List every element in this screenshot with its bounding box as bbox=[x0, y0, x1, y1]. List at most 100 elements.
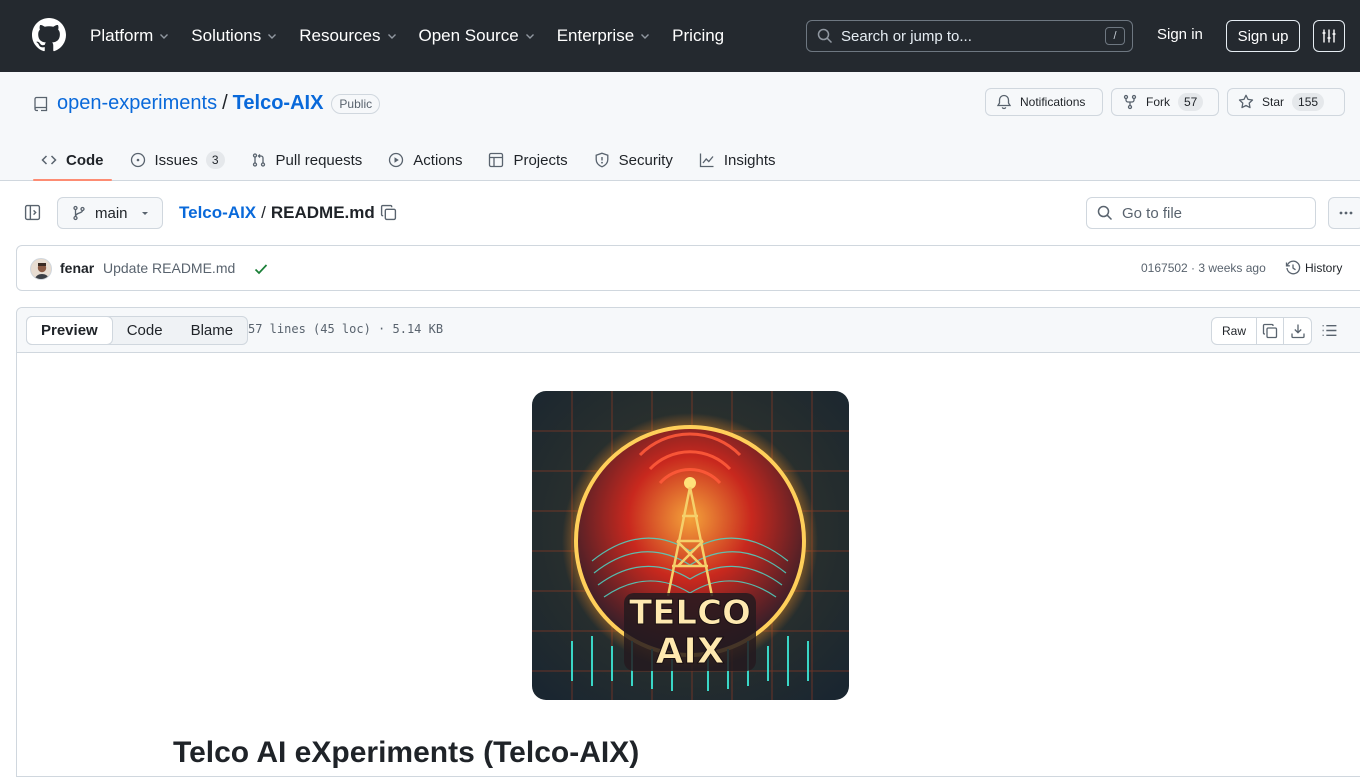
commit-author-link[interactable]: fenar bbox=[60, 260, 94, 276]
tab-code[interactable]: Code bbox=[32, 140, 113, 181]
logo-text-line1: TELCO bbox=[629, 593, 751, 633]
readme-heading: Telco AI eXperiments (Telco-AIX) bbox=[173, 736, 640, 769]
nav-platform[interactable]: Platform bbox=[90, 26, 170, 46]
copy-raw-button[interactable] bbox=[1257, 318, 1285, 344]
nav-label: Open Source bbox=[418, 26, 519, 45]
preview-tab[interactable]: Preview bbox=[26, 316, 113, 345]
tab-label: Projects bbox=[513, 151, 568, 169]
branch-name: main bbox=[95, 204, 128, 222]
breadcrumb-repo-link[interactable]: Telco-AIX bbox=[179, 203, 256, 223]
nav-solutions[interactable]: Solutions bbox=[191, 26, 278, 46]
tab-security[interactable]: Security bbox=[585, 140, 682, 180]
repo-header: open-experiments / Telco-AIX Public Noti… bbox=[0, 72, 1360, 181]
repo-name-link[interactable]: Telco-AIX bbox=[233, 92, 324, 115]
history-button[interactable]: History bbox=[1285, 260, 1342, 276]
tab-issues[interactable]: Issues 3 bbox=[121, 140, 234, 180]
notifications-label: Notifications bbox=[1020, 95, 1086, 109]
tab-label: Security bbox=[618, 151, 673, 169]
commit-sha-time[interactable]: 0167502 · 3 weeks ago bbox=[1141, 261, 1266, 275]
go-to-file-input[interactable]: Go to file bbox=[1086, 197, 1316, 229]
more-options-button[interactable] bbox=[1328, 197, 1360, 229]
code-view-tab[interactable]: Code bbox=[113, 317, 177, 344]
global-search-input[interactable]: Search or jump to... / bbox=[806, 20, 1133, 52]
view-mode-segmented-control: Preview Code Blame bbox=[26, 316, 249, 345]
nav-label: Solutions bbox=[191, 26, 262, 45]
search-icon bbox=[1097, 205, 1113, 221]
fork-button[interactable]: Fork 57 bbox=[1111, 88, 1219, 116]
file-viewer-header: Preview Code Blame 57 lines (45 loc) · 5… bbox=[17, 308, 1360, 353]
table-icon bbox=[489, 152, 504, 168]
tab-label: Actions bbox=[413, 151, 463, 169]
nav-resources[interactable]: Resources bbox=[299, 26, 397, 46]
copy-path-icon[interactable] bbox=[380, 204, 397, 221]
global-header: Platform Solutions Resources Open Source… bbox=[0, 0, 1360, 72]
copy-icon bbox=[1262, 323, 1278, 339]
issue-opened-icon bbox=[130, 152, 145, 168]
breadcrumb-separator: / bbox=[261, 203, 266, 222]
nav-label: Enterprise bbox=[556, 26, 635, 45]
play-icon bbox=[389, 152, 404, 168]
search-placeholder: Search or jump to... bbox=[841, 27, 972, 45]
chevron-down-icon bbox=[160, 34, 169, 39]
nav-open-source[interactable]: Open Source bbox=[419, 26, 536, 46]
star-label: Star bbox=[1262, 95, 1285, 109]
history-label: History bbox=[1305, 261, 1343, 275]
git-pull-request-icon bbox=[252, 153, 265, 167]
tab-actions[interactable]: Actions bbox=[379, 140, 471, 180]
tab-pull-requests[interactable]: Pull requests bbox=[242, 140, 372, 180]
star-button[interactable]: Star 155 bbox=[1227, 88, 1345, 116]
chevron-down-icon bbox=[268, 34, 277, 39]
nav-label: Pricing bbox=[672, 26, 725, 45]
repo-tabs: Code Issues 3 Pull requests Actions Proj… bbox=[32, 140, 793, 181]
sidepanel-expand-icon[interactable] bbox=[24, 204, 41, 221]
repo-owner-link[interactable]: open-experiments bbox=[57, 92, 217, 115]
avatar[interactable] bbox=[30, 258, 52, 280]
branch-selector[interactable]: main bbox=[57, 197, 163, 229]
commit-message-link[interactable]: Update README.md bbox=[103, 260, 235, 276]
issues-count: 3 bbox=[205, 151, 225, 169]
github-logo-icon[interactable] bbox=[32, 18, 66, 52]
sliders-icon bbox=[1322, 29, 1336, 43]
logo-text-line2: AIX bbox=[655, 631, 724, 672]
repo-separator: / bbox=[222, 92, 228, 114]
tab-label: Insights bbox=[723, 151, 776, 169]
file-breadcrumb: Telco-AIX / README.md bbox=[179, 203, 375, 223]
git-branch-icon bbox=[73, 205, 85, 221]
chevron-down-icon bbox=[387, 34, 396, 39]
bell-icon bbox=[996, 94, 1012, 110]
tab-projects[interactable]: Projects bbox=[479, 140, 576, 180]
chevron-down-icon bbox=[525, 34, 534, 39]
kebab-horizontal-icon bbox=[1339, 211, 1353, 215]
file-navigation-bar: main Telco-AIX / README.md Go to file bbox=[0, 181, 1360, 245]
tab-label: Code bbox=[66, 151, 104, 169]
triangle-down-icon bbox=[141, 212, 148, 215]
breadcrumb-filename: README.md bbox=[270, 203, 375, 222]
search-shortcut-key: / bbox=[1105, 27, 1125, 45]
outline-list-icon[interactable] bbox=[1321, 322, 1338, 339]
sign-in-link[interactable]: Sign in bbox=[1157, 26, 1203, 43]
tab-label: Pull requests bbox=[275, 151, 363, 169]
nav-pricing[interactable]: Pricing bbox=[672, 26, 724, 46]
check-icon[interactable] bbox=[253, 261, 269, 277]
nav-enterprise[interactable]: Enterprise bbox=[557, 26, 651, 46]
shield-icon bbox=[595, 152, 609, 168]
file-stats: 57 lines (45 loc) · 5.14 KB bbox=[248, 322, 444, 336]
fork-count: 57 bbox=[1178, 93, 1204, 111]
nav-label: Resources bbox=[299, 26, 381, 45]
notifications-button[interactable]: Notifications bbox=[985, 88, 1103, 116]
site-menu-button[interactable] bbox=[1313, 20, 1345, 52]
fork-label: Fork bbox=[1146, 95, 1170, 109]
readme-logo-image: TELCO AIX bbox=[532, 391, 849, 700]
raw-button[interactable]: Raw bbox=[1212, 318, 1258, 344]
tab-insights[interactable]: Insights bbox=[690, 140, 785, 180]
download-raw-button[interactable] bbox=[1284, 318, 1311, 344]
sign-up-button[interactable]: Sign up bbox=[1226, 20, 1300, 52]
star-count: 155 bbox=[1292, 93, 1325, 111]
file-actions-group: Raw bbox=[1211, 317, 1313, 345]
tab-label: Issues bbox=[154, 151, 198, 169]
go-to-file-placeholder: Go to file bbox=[1122, 204, 1183, 222]
blame-tab[interactable]: Blame bbox=[177, 317, 248, 344]
history-icon bbox=[1285, 260, 1301, 275]
repo-title: open-experiments / Telco-AIX Public bbox=[33, 92, 381, 115]
graph-icon bbox=[699, 153, 714, 168]
